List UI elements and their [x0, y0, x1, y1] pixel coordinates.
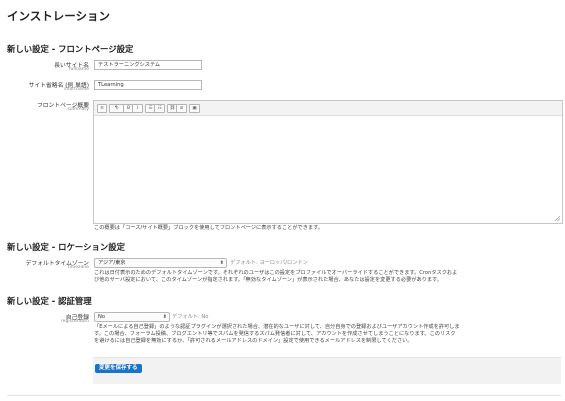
editor-ordered-list-button[interactable]: ☷	[154, 104, 165, 113]
fullname-input[interactable]: テストラーニングシステム	[94, 60, 202, 70]
resize-handle-icon[interactable]	[554, 215, 560, 221]
shortname-input[interactable]: TLearning	[94, 80, 202, 90]
select-arrows-icon: ⬍	[162, 314, 167, 320]
editor-italic-button[interactable]: I	[132, 104, 143, 113]
registerauth-description-line1: 「Eメールによる自己登録」のような認証プラグインが選択された場合、潜在的なユーザ…	[94, 324, 460, 330]
timezone-description-line2: び他のサーバ設定において、このタイムゾーンが指定されます。「無効なタイムゾーン」…	[94, 277, 442, 283]
registerauth-setting-name: registerauth	[60, 319, 89, 324]
timezone-description-line1: これは日付表示のためのデフォルトタイムゾーンです。それぞれのユーザはこの設定をプ…	[94, 270, 458, 276]
editor-toolbar: ≡ ¶· B I ☰ ☷ ⛓ ⊘ ▣	[94, 101, 562, 116]
timezone-select-value: アジア/東京	[98, 260, 126, 266]
registerauth-description-line2: す。この場合、フォーラム投稿、ブログエントリ等でスパムを発信するスパム発信者に対…	[94, 331, 456, 337]
section-heading-location: 新しい設定 - ロケーション設定	[7, 242, 126, 252]
fullname-setting-name: fullname	[68, 67, 89, 72]
section-heading-frontpage: 新しい設定 - フロントページ設定	[7, 44, 134, 54]
timezone-setting-name: timezone	[67, 265, 89, 270]
timezone-default: デフォルト: ヨーロッパ/ロンドン	[230, 260, 308, 266]
bottom-divider	[7, 395, 561, 396]
editor-unlink-button[interactable]: ⊘	[176, 104, 187, 113]
shortname-setting-name: shortname	[64, 87, 89, 92]
editor-collapse-button[interactable]: ≡	[97, 104, 107, 113]
page-title: インストレーション	[7, 9, 111, 23]
editor-image-button[interactable]: ▣	[189, 104, 200, 113]
timezone-select[interactable]: アジア/東京 ⬍	[94, 258, 227, 268]
select-arrows-icon: ⬍	[219, 260, 224, 266]
summary-editor[interactable]: ≡ ¶· B I ☰ ☷ ⛓ ⊘ ▣	[93, 100, 563, 224]
save-bar	[93, 357, 561, 384]
registerauth-default: デフォルト: No	[172, 314, 209, 320]
section-heading-auth: 新しい設定 - 認証管理	[7, 296, 92, 306]
registerauth-description-line3: を避けるには自己登録を無効にするか、「許可されるメールアドレスのドメイン」設定で…	[94, 338, 413, 344]
summary-setting-name: summary	[67, 107, 89, 112]
registerauth-select-value: No	[98, 314, 106, 320]
summary-help-text: この概要は「コース/サイト概要」ブロックを使用してフロントページに表示することが…	[94, 225, 323, 231]
save-changes-button[interactable]: 変更を保存する	[95, 364, 142, 373]
registerauth-select[interactable]: No ⬍	[94, 312, 170, 322]
